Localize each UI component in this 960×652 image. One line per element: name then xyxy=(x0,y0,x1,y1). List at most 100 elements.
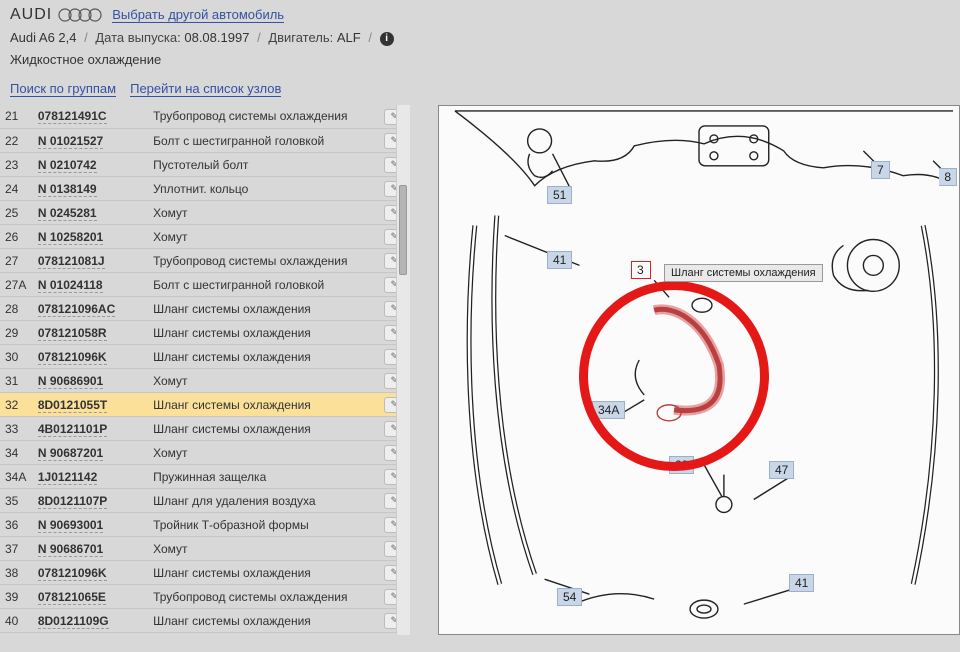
callout-41[interactable]: 41 xyxy=(547,251,572,269)
callout-47[interactable]: 47 xyxy=(769,461,794,479)
info-icon[interactable]: i xyxy=(380,32,394,46)
audi-rings-icon xyxy=(58,8,102,22)
table-row[interactable]: 41N 90655301Хомут✎ xyxy=(0,633,410,635)
part-number-link[interactable]: N 01024118 xyxy=(38,278,103,293)
part-number-cell: N 0138149 xyxy=(33,177,148,201)
row-index: 21 xyxy=(0,105,33,129)
part-number-link[interactable]: 078121096K xyxy=(38,566,107,581)
part-description: Трубопровод системы охлаждения xyxy=(148,105,378,129)
part-number-cell: 078121096AC xyxy=(33,297,148,321)
table-row[interactable]: 39 078121065E Трубопровод системы охлажден… xyxy=(0,585,410,609)
table-row[interactable]: 358D0121107PШланг для удаления воздуха✎ xyxy=(0,489,410,513)
part-number-link[interactable]: 8D0121055T xyxy=(38,398,107,413)
part-number-link[interactable]: 1J0121142 xyxy=(38,470,97,485)
table-row[interactable]: 30078121096KШланг системы охлаждения✎ xyxy=(0,345,410,369)
row-index: 36 xyxy=(0,513,33,537)
row-index: 27 xyxy=(0,249,33,273)
part-number-link[interactable]: 8D0121107P xyxy=(38,494,107,509)
table-row[interactable]: 22 N 01021527 Болт с шестигранной головкой… xyxy=(0,129,410,153)
part-description: Трубопровод системы охлаждения xyxy=(148,585,378,609)
part-number-cell: 078121058R xyxy=(33,321,148,345)
table-row[interactable]: 408D0121109GШланг системы охлаждения✎ xyxy=(0,609,410,633)
part-description: Хомут xyxy=(148,369,378,393)
part-description: Шланг системы охлаждения xyxy=(148,417,378,441)
part-number-cell: N 90686901 xyxy=(33,369,148,393)
table-row[interactable]: 25N 0245281Хомут✎ xyxy=(0,201,410,225)
part-description: Шланг для удаления воздуха xyxy=(148,489,378,513)
callout-51[interactable]: 51 xyxy=(547,186,572,204)
part-number-link[interactable]: N 0210742 xyxy=(38,158,97,173)
table-row[interactable]: 21 078121491C Трубопровод системы охлажден… xyxy=(0,105,410,129)
part-number-link[interactable]: N 90693001 xyxy=(38,518,103,533)
callout-8[interactable]: 8 xyxy=(939,168,957,186)
table-row[interactable]: 26N 10258201Хомут✎ xyxy=(0,225,410,249)
table-row[interactable]: 31N 90686901Хомут✎ xyxy=(0,369,410,393)
table-row[interactable]: 36N 90693001Тройник Т-образной формы✎ xyxy=(0,513,410,537)
part-number-link[interactable]: 078121081J xyxy=(38,254,105,269)
callout-41b[interactable]: 41 xyxy=(789,574,814,592)
part-number-cell: 8D0121109G xyxy=(33,609,148,633)
part-number-link[interactable]: 8D0121109G xyxy=(38,614,109,629)
part-number-cell: 078121491C xyxy=(33,105,148,129)
part-number-link[interactable]: N 0245281 xyxy=(38,206,97,221)
scrollbar[interactable] xyxy=(396,105,410,635)
row-index: 39 xyxy=(0,585,33,609)
table-row[interactable]: 23N 0210742Пустотелый болт✎ xyxy=(0,153,410,177)
table-row[interactable]: 28078121096ACШланг системы охлаждения✎ xyxy=(0,297,410,321)
table-row[interactable]: 27AN 01024118Болт с шестигранной головко… xyxy=(0,273,410,297)
part-number-link[interactable]: N 01021527 xyxy=(38,134,103,149)
row-index: 25 xyxy=(0,201,33,225)
callout-54[interactable]: 54 xyxy=(557,588,582,606)
part-number-link[interactable]: 078121096K xyxy=(38,350,107,365)
part-description: Шланг системы охлаждения xyxy=(148,321,378,345)
table-row[interactable]: 37N 90686701Хомут✎ xyxy=(0,537,410,561)
row-index: 22 xyxy=(0,129,33,153)
part-number-cell: N 90655301 xyxy=(33,633,148,635)
table-row[interactable]: 38078121096KШланг системы охлаждения✎ xyxy=(0,561,410,585)
part-number-link[interactable]: 078121058R xyxy=(38,326,107,341)
highlight-circle-icon xyxy=(579,281,769,471)
part-number-link[interactable]: N 90687201 xyxy=(38,446,103,461)
row-index: 32 xyxy=(0,393,33,417)
tab-search-by-groups[interactable]: Поиск по группам xyxy=(10,81,116,97)
part-number-link[interactable]: 078121096AC xyxy=(38,302,115,317)
part-description: Болт с шестигранной головкой xyxy=(148,129,378,153)
part-description: Пустотелый болт xyxy=(148,153,378,177)
part-number-link[interactable]: N 90686701 xyxy=(38,542,103,557)
parts-list-panel: 21 078121491C Трубопровод системы охлажден… xyxy=(0,105,410,635)
table-row[interactable]: 27078121081JТрубопровод системы охлажден… xyxy=(0,249,410,273)
engine-value: ALF xyxy=(337,30,361,45)
row-index: 26 xyxy=(0,225,33,249)
part-number-link[interactable]: N 10258201 xyxy=(38,230,103,245)
scrollbar-thumb[interactable] xyxy=(399,185,407,275)
part-number-link[interactable]: 078121065E xyxy=(38,590,106,605)
diagram-panel[interactable]: 51 7 8 41 3 34A 28 47 54 41 Шланг систем… xyxy=(438,105,960,635)
part-number-cell: N 10258201 xyxy=(33,225,148,249)
part-number-cell: 4B0121101P xyxy=(33,417,148,441)
tab-go-to-assembly-list[interactable]: Перейти на список узлов xyxy=(130,81,281,97)
part-description: Пружинная защелка xyxy=(148,465,378,489)
table-row[interactable]: 29078121058RШланг системы охлаждения✎ xyxy=(0,321,410,345)
table-row[interactable]: 34N 90687201Хомут✎ xyxy=(0,441,410,465)
part-number-cell: 078121065E xyxy=(33,585,148,609)
part-number-link[interactable]: 078121491C xyxy=(38,109,107,124)
table-row[interactable]: 34A1J0121142Пружинная защелка✎ xyxy=(0,465,410,489)
part-description: Хомут xyxy=(148,201,378,225)
brand-logo: AUDI xyxy=(10,6,102,24)
part-description: Хомут xyxy=(148,537,378,561)
part-number-cell: N 01024118 xyxy=(33,273,148,297)
part-number-link[interactable]: 4B0121101P xyxy=(38,422,107,437)
part-number-link[interactable]: N 90686901 xyxy=(38,374,103,389)
row-index: 33 xyxy=(0,417,33,441)
table-row[interactable]: 24N 0138149Уплотнит. кольцо✎ xyxy=(0,177,410,201)
table-row[interactable]: 334B0121101PШланг системы охлаждения✎ xyxy=(0,417,410,441)
callout-7[interactable]: 7 xyxy=(871,161,890,179)
row-index: 34 xyxy=(0,441,33,465)
table-row[interactable]: 328D0121055TШланг системы охлаждения✎ xyxy=(0,393,410,417)
part-description: Шланг системы охлаждения xyxy=(148,345,378,369)
callout-selected[interactable]: 3 xyxy=(631,261,651,279)
change-car-link[interactable]: Выбрать другой автомобиль xyxy=(112,7,284,23)
part-description: Шланг системы охлаждения xyxy=(148,609,378,633)
part-number-link[interactable]: N 0138149 xyxy=(38,182,97,197)
row-index: 24 xyxy=(0,177,33,201)
